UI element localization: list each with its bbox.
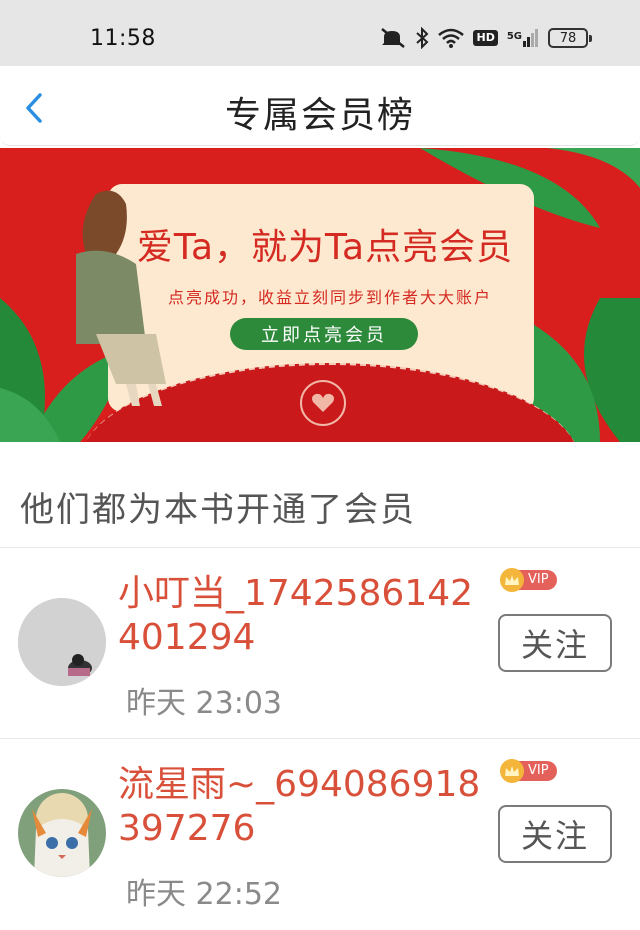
member-row[interactable]: 小叮当_1742586142401294 昨天 23:03 VIP 关注 [0,548,640,738]
signal-icon: 5G [507,29,539,47]
bluetooth-icon [415,27,429,49]
status-icons: HD 5G 78 [380,27,592,49]
wifi-icon [438,28,465,48]
avatar[interactable] [18,789,106,877]
header-bar: 专属会员榜 [0,66,640,146]
page-title: 专属会员榜 [224,95,415,136]
crown-icon [500,759,524,783]
crown-icon [500,568,524,592]
banner-subtitle: 点亮成功，收益立刻同步到作者大大账户 [167,288,492,307]
section-title: 他们都为本书开通了会员 [20,490,416,530]
status-time: 11:58 [90,26,156,51]
member-time: 昨天 23:03 [126,686,282,721]
battery-icon: 78 [548,28,592,48]
vip-badge: VIP [500,568,557,592]
follow-button[interactable]: 关注 [498,805,612,863]
promo-banner[interactable]: 爱Ta，就为Ta点亮会员 点亮成功，收益立刻同步到作者大大账户 立即点亮会员 [0,148,640,442]
avatar[interactable] [18,598,106,686]
battery-level: 78 [559,30,577,46]
follow-button[interactable]: 关注 [498,614,612,672]
member-name[interactable]: 流星雨~_694086918397276 [118,763,488,851]
member-time: 昨天 22:52 [126,877,282,912]
banner-headline: 爱Ta，就为Ta点亮会员 [136,227,514,268]
member-name[interactable]: 小叮当_1742586142401294 [118,572,488,660]
hd-badge: HD [473,30,498,46]
member-row[interactable]: 流星雨~_694086918397276 昨天 22:52 VIP 关注 [0,739,640,929]
activate-membership-button[interactable]: 立即点亮会员 [230,318,418,350]
heart-seal-icon [300,380,346,426]
mute-icon [380,27,406,49]
vip-badge: VIP [500,759,557,783]
status-bar: 11:58 HD 5G 78 [0,0,640,66]
